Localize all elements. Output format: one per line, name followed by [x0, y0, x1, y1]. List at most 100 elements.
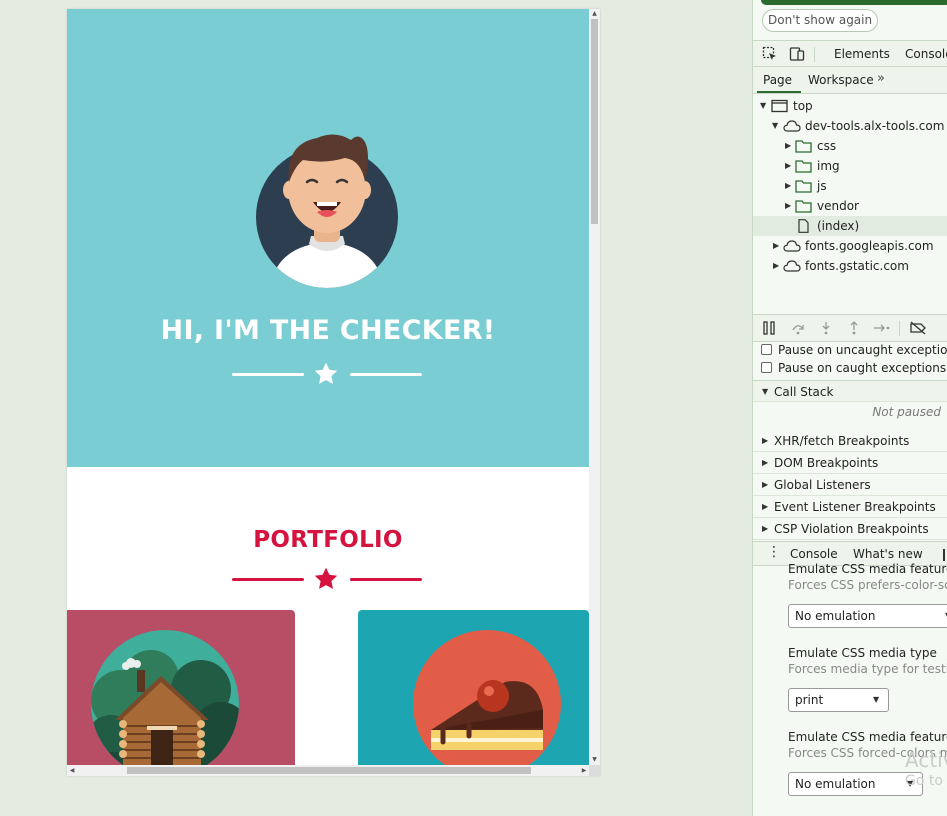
pause-icon[interactable] [763, 321, 777, 335]
dom-breakpoints-section[interactable]: ▶ DOM Breakpoints [753, 452, 947, 474]
collapsed-arrow-icon[interactable]: ▶ [762, 518, 768, 540]
portfolio-card-cabin[interactable] [67, 610, 295, 765]
tree-label: js [817, 179, 827, 193]
checkbox[interactable] [761, 362, 772, 373]
hero-divider [232, 359, 422, 389]
deactivate-breakpoints-icon[interactable] [909, 321, 927, 335]
media-type-select[interactable]: print ▼ [788, 688, 889, 712]
xhr-breakpoints-section[interactable]: ▶ XHR/fetch Breakpoints [753, 430, 947, 452]
collapsed-arrow-icon[interactable]: ▶ [762, 474, 768, 496]
cake-slice-illustration [413, 630, 561, 765]
frame-icon [771, 99, 788, 113]
collapsed-arrow-icon[interactable]: ▶ [785, 176, 795, 196]
chevron-down-icon: ▼ [873, 695, 880, 704]
step-icon[interactable] [873, 321, 891, 335]
cloud-icon [783, 120, 801, 132]
folder-icon [795, 160, 812, 173]
step-over-icon[interactable] [791, 321, 805, 335]
tree-item-gstatic[interactable]: ▶ fonts.gstatic.com [753, 256, 947, 276]
avatar [256, 134, 398, 288]
cloud-icon [783, 240, 801, 252]
device-toolbar-icon[interactable] [789, 46, 805, 62]
event-listener-breakpoints-section[interactable]: ▶ Event Listener Breakpoints [753, 496, 947, 518]
drawer-menu-icon[interactable]: ⋮ [767, 544, 781, 560]
checkbox[interactable] [761, 344, 772, 355]
divider-line [232, 373, 304, 376]
scrollbar-thumb[interactable] [127, 767, 531, 774]
vertical-scrollbar[interactable]: ▲ ▼ [589, 9, 600, 765]
sources-navigator-tabs: Page Workspace » [753, 67, 947, 94]
tree-item-googleapis[interactable]: ▶ fonts.googleapis.com [753, 236, 947, 256]
section-label: Event Listener Breakpoints [774, 500, 936, 514]
horizontal-scrollbar[interactable]: ◀ ▶ [67, 765, 589, 776]
drawer-tab-console[interactable]: Console [790, 547, 838, 561]
tree-item-folder-js[interactable]: ▶ js [753, 176, 947, 196]
collapsed-arrow-icon[interactable]: ▶ [762, 496, 768, 518]
debugger-toolbar [753, 314, 947, 342]
scrollbar-corner [589, 765, 600, 776]
windows-activation-watermark-sub: Go to [905, 773, 943, 789]
scroll-up-arrow-icon[interactable]: ▲ [589, 9, 600, 19]
scroll-left-arrow-icon[interactable]: ◀ [67, 765, 77, 776]
scroll-down-arrow-icon[interactable]: ▼ [589, 755, 600, 765]
expanded-arrow-icon[interactable]: ▼ [760, 96, 770, 116]
tab-elements[interactable]: Elements [834, 47, 890, 61]
log-cabin-illustration [91, 630, 239, 765]
tab-console[interactable]: Console [905, 47, 947, 61]
tree-item-folder-css[interactable]: ▶ css [753, 136, 947, 156]
tree-item-folder-img[interactable]: ▶ img [753, 156, 947, 176]
drawer-tab-whats-new[interactable]: What's new [853, 547, 923, 561]
collapsed-arrow-icon[interactable]: ▶ [773, 256, 783, 276]
collapsed-arrow-icon[interactable]: ▶ [785, 196, 795, 216]
tree-item-index[interactable]: (index) [753, 216, 947, 236]
star-icon [314, 567, 338, 589]
expanded-arrow-icon[interactable]: ▼ [772, 116, 782, 136]
step-out-icon[interactable] [847, 321, 861, 335]
scrollbar-thumb[interactable] [591, 19, 598, 224]
hero-section: HI, I'M THE CHECKER! [67, 9, 589, 467]
drawer-tab-rendering-edge[interactable] [943, 549, 945, 561]
portfolio-divider [232, 564, 422, 594]
main-toolbar: Elements Console [753, 40, 947, 67]
step-into-icon[interactable] [819, 321, 833, 335]
forced-colors-select[interactable]: No emulation ▼ [788, 772, 923, 796]
tab-workspace[interactable]: Workspace [808, 73, 874, 87]
toolbar-divider [899, 321, 900, 336]
call-stack-section[interactable]: ▼ Call Stack [753, 380, 947, 402]
rendering-feature-title: Emulate CSS media feature prefers-color-… [788, 562, 947, 576]
scroll-right-arrow-icon[interactable]: ▶ [579, 765, 589, 776]
more-tabs-icon[interactable]: » [877, 71, 885, 86]
tree-item-top[interactable]: ▼ top [753, 96, 947, 116]
tree-label: dev-tools.alx-tools.com [805, 119, 945, 133]
page-viewport: HI, I'M THE CHECKER! PORTFOLIO ▲ ▼ ◀ ▶ [67, 9, 600, 776]
collapsed-arrow-icon[interactable]: ▶ [762, 430, 768, 452]
collapsed-arrow-icon[interactable]: ▶ [785, 156, 795, 176]
section-label: XHR/fetch Breakpoints [774, 434, 910, 448]
collapsed-arrow-icon[interactable]: ▶ [762, 452, 768, 474]
file-tree: ▼ top ▼ dev-tools.alx-tools.com ▶ css ▶ … [753, 96, 947, 312]
windows-activation-watermark: Activ [905, 748, 947, 772]
infobar-action-button[interactable] [761, 0, 947, 5]
prefers-color-scheme-select[interactable]: No emulation ▼ [788, 604, 947, 628]
hero-title: HI, I'M THE CHECKER! [160, 315, 496, 346]
global-listeners-section[interactable]: ▶ Global Listeners [753, 474, 947, 496]
portfolio-card-cake[interactable] [358, 610, 589, 765]
tree-item-domain[interactable]: ▼ dev-tools.alx-tools.com [753, 116, 947, 136]
divider-line [350, 578, 422, 581]
collapsed-arrow-icon[interactable]: ▶ [773, 236, 783, 256]
tree-label: css [817, 139, 837, 153]
tree-item-folder-vendor[interactable]: ▶ vendor [753, 196, 947, 216]
section-label: Global Listeners [774, 478, 871, 492]
toolbar-divider [814, 47, 815, 62]
inspect-element-icon[interactable] [762, 46, 778, 62]
page-content: HI, I'M THE CHECKER! PORTFOLIO [67, 9, 589, 765]
dont-show-again-button[interactable]: Don't show again [762, 9, 879, 32]
folder-icon [795, 180, 812, 193]
media-type-title: Emulate CSS media type [788, 646, 937, 660]
expanded-arrow-icon[interactable]: ▼ [762, 381, 768, 403]
csp-violation-breakpoints-section[interactable]: ▶ CSP Violation Breakpoints [753, 518, 947, 540]
checkbox-label: Pause on caught exceptions [778, 361, 947, 375]
select-value: print [795, 693, 824, 707]
collapsed-arrow-icon[interactable]: ▶ [785, 136, 795, 156]
tab-page[interactable]: Page [763, 73, 792, 87]
